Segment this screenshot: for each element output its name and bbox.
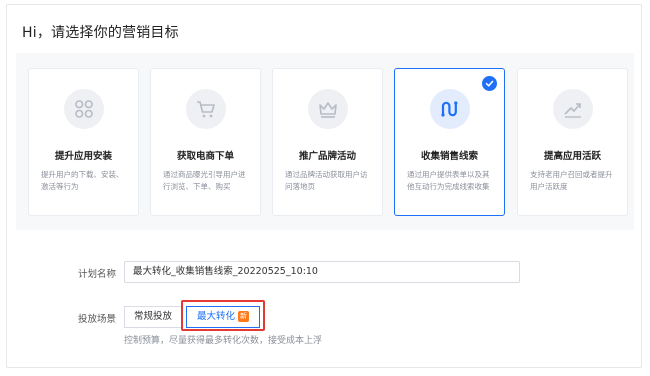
scene-option-label: 最大转化 <box>196 311 235 322</box>
trend-chart-icon <box>553 89 593 129</box>
crown-icon <box>308 89 348 129</box>
goal-card-ecommerce-order[interactable]: 获取电商下单 通过商品曝光引导用户进行浏览、下单、购买 <box>150 68 261 216</box>
shopping-cart-icon <box>186 89 226 129</box>
goal-card-desc: 提升用户的下载、安装、激活等行为 <box>41 170 124 191</box>
goal-card-title: 收集销售线索 <box>420 151 478 162</box>
goal-card-desc: 通过用户提供表单以及其他互动行为完成线索收集 <box>407 170 490 191</box>
goal-card-app-install[interactable]: 提升应用安装 提升用户的下载、安装、激活等行为 <box>28 68 139 216</box>
new-badge: 新 <box>238 311 249 322</box>
scene-option-max-conversion[interactable]: 最大转化新 <box>186 306 260 328</box>
page-title: Hi，请选择你的营销目标 <box>22 25 179 41</box>
goal-cards-panel: 提升应用安装 提升用户的下载、安装、激活等行为 获取电商下单 通过商品曝光引导用… <box>16 53 634 230</box>
leads-path-icon <box>430 89 470 129</box>
goal-card-brand-promo[interactable]: 推广品牌活动 通过品牌活动获取用户访问落地页 <box>272 68 383 216</box>
goal-card-sales-leads[interactable]: 收集销售线索 通过用户提供表单以及其他互动行为完成线索收集 <box>394 68 505 216</box>
scene-option-label: 常规投放 <box>133 311 172 322</box>
app-grid-icon <box>64 89 104 129</box>
checkmark-icon <box>482 76 497 91</box>
goal-card-desc: 通过品牌活动获取用户访问落地页 <box>285 170 368 191</box>
goal-card-desc: 支持老用户召回或者提升用户活跃度 <box>530 170 613 191</box>
goal-card-app-engagement[interactable]: 提高应用活跃 支持老用户召回或者提升用户活跃度 <box>517 68 628 216</box>
goal-card-title: 推广品牌活动 <box>298 151 356 162</box>
goal-card-title: 提升应用安装 <box>54 151 112 162</box>
plan-name-label: 计划名称 <box>77 269 116 280</box>
scene-option-regular[interactable]: 常规投放 <box>124 306 182 328</box>
goal-card-desc: 通过商品曝光引导用户进行浏览、下单、购买 <box>163 170 246 191</box>
goal-card-title: 提高应用活跃 <box>543 151 601 162</box>
scene-label: 投放场景 <box>77 314 116 325</box>
goal-card-title: 获取电商下单 <box>176 151 234 162</box>
plan-name-input[interactable]: 最大转化_收集销售线索_20220525_10:10 <box>124 261 520 283</box>
scene-hint: 控制预算，尽量获得最多转化次数，接受成本上浮 <box>124 336 323 346</box>
